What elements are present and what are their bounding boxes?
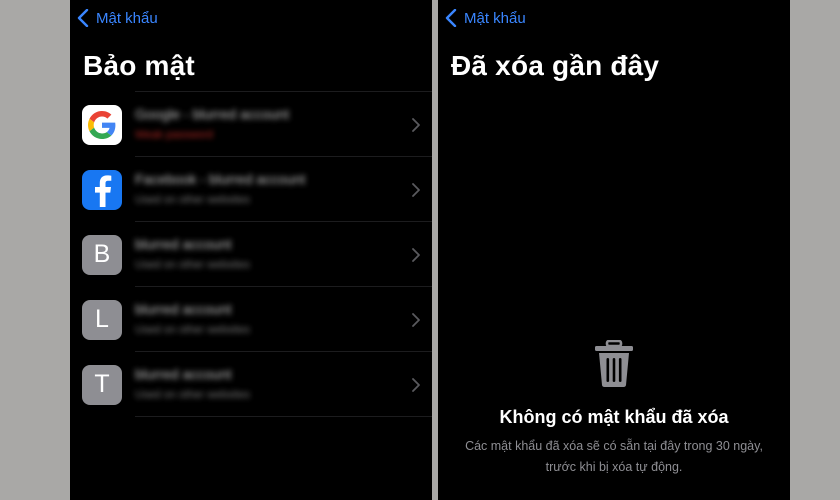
row-title: blurred account bbox=[135, 366, 232, 382]
security-list: Google - blurred account Weak password F… bbox=[70, 92, 432, 417]
chevron-right-icon bbox=[412, 377, 420, 392]
row-text: Facebook - blurred account Used on other… bbox=[135, 171, 390, 206]
list-item-facebook[interactable]: Facebook - blurred account Used on other… bbox=[70, 157, 432, 222]
page-title: Đã xóa gần đây bbox=[451, 50, 660, 81]
chevron-right-icon bbox=[412, 312, 420, 327]
letter-icon: T bbox=[82, 364, 122, 405]
list-item-google[interactable]: Google - blurred account Weak password bbox=[70, 92, 432, 157]
chevron-left-icon bbox=[445, 9, 457, 27]
row-subtitle: Used on other websites bbox=[135, 194, 250, 206]
back-button[interactable]: Mật khẩu bbox=[445, 9, 526, 27]
recently-deleted-screen: Mật khẩu Đã xóa gần đây Không có mật khẩ… bbox=[438, 0, 790, 500]
row-title: Google - blurred account bbox=[135, 106, 290, 122]
empty-state: Không có mật khẩu đã xóa Các mật khẩu đã… bbox=[438, 340, 790, 478]
row-subtitle: Weak password bbox=[135, 129, 214, 141]
chevron-left-icon bbox=[77, 9, 89, 27]
row-subtitle: Used on other websites bbox=[135, 324, 250, 336]
back-button[interactable]: Mật khẩu bbox=[77, 9, 158, 27]
row-title: blurred account bbox=[135, 301, 232, 317]
list-item-l[interactable]: L blurred account Used on other websites bbox=[70, 287, 432, 352]
security-screen: Mật khẩu Bảo mật Google - blurred accoun… bbox=[70, 0, 432, 500]
letter-icon: B bbox=[82, 234, 122, 275]
chevron-right-icon bbox=[412, 117, 420, 132]
trash-icon bbox=[595, 340, 633, 387]
page-title: Bảo mật bbox=[83, 50, 195, 81]
back-button-label: Mật khẩu bbox=[96, 9, 158, 27]
row-title: blurred account bbox=[135, 236, 232, 252]
row-subtitle: Used on other websites bbox=[135, 389, 250, 401]
chevron-right-icon bbox=[412, 247, 420, 262]
row-title: Facebook - blurred account bbox=[135, 171, 306, 187]
letter-icon: L bbox=[82, 299, 122, 340]
row-text: Google - blurred account Weak password bbox=[135, 106, 390, 141]
row-text: blurred account Used on other websites bbox=[135, 366, 390, 401]
chevron-right-icon bbox=[412, 182, 420, 197]
facebook-logo-icon bbox=[82, 169, 122, 210]
back-button-label: Mật khẩu bbox=[464, 9, 526, 27]
google-logo-icon bbox=[82, 104, 122, 145]
row-text: blurred account Used on other websites bbox=[135, 236, 390, 271]
list-item-t[interactable]: T blurred account Used on other websites bbox=[70, 352, 432, 417]
row-subtitle: Used on other websites bbox=[135, 259, 250, 271]
empty-state-title: Không có mật khẩu đã xóa bbox=[499, 407, 729, 427]
empty-state-description: Các mật khẩu đã xóa sẽ có sẵn tại đây tr… bbox=[465, 439, 763, 474]
list-item-b[interactable]: B blurred account Used on other websites bbox=[70, 222, 432, 287]
row-text: blurred account Used on other websites bbox=[135, 301, 390, 336]
